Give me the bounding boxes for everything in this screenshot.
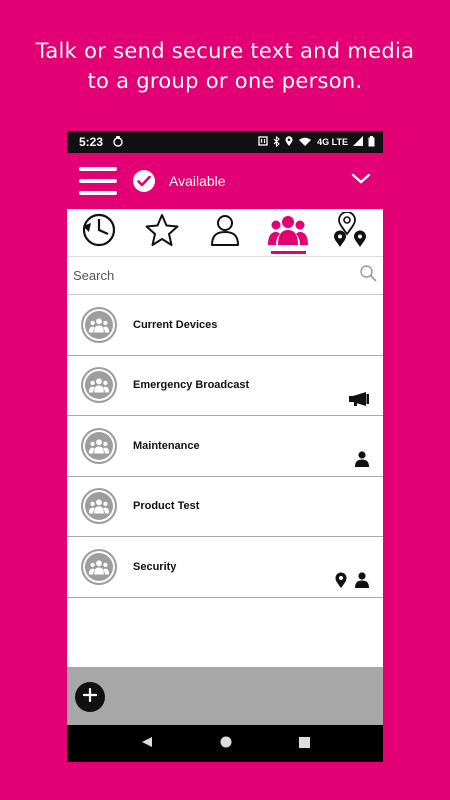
group-row-current-devices[interactable]: Current Devices (67, 295, 383, 356)
group-name: Maintenance (133, 439, 200, 452)
availability-status[interactable]: Available (169, 173, 226, 189)
available-check-icon (133, 170, 155, 192)
tab-contacts[interactable] (193, 209, 256, 257)
wifi-calling-icon (298, 136, 312, 149)
tab-recent[interactable] (67, 209, 130, 257)
status-bar: 5:23 4G LTE (67, 131, 383, 153)
group-row-emergency-broadcast[interactable]: Emergency Broadcast (67, 356, 383, 416)
headline-line-2: to a group or one person. (87, 69, 363, 93)
nfc-icon (258, 136, 268, 148)
search-bar (67, 257, 383, 295)
status-time: 5:23 (79, 135, 104, 149)
group-avatar-icon (81, 306, 117, 343)
history-icon (81, 212, 117, 253)
group-icon (268, 213, 309, 252)
group-row-maintenance[interactable]: Maintenance (67, 416, 383, 477)
tab-map[interactable] (320, 209, 383, 257)
phone-screen: 5:23 4G LTE Available Search Current Dev… (67, 131, 383, 762)
battery-icon (368, 135, 375, 149)
group-avatar-icon (81, 427, 117, 464)
group-avatar-icon (81, 548, 117, 585)
megaphone-icon (349, 392, 369, 411)
group-name: Current Devices (133, 318, 218, 331)
menu-button[interactable] (79, 167, 117, 195)
tab-bar (67, 209, 383, 257)
recents-button[interactable] (298, 735, 310, 753)
map-pin-icon (332, 211, 370, 253)
person-icon (208, 212, 242, 253)
network-label: 4G LTE (317, 137, 348, 147)
signal-icon (353, 136, 363, 148)
search-icon[interactable] (359, 264, 377, 287)
system-nav-bar (67, 725, 383, 762)
promo-headline: Talk or send secure text and media to a … (0, 36, 450, 96)
app-notification-icon (113, 135, 123, 150)
plus-icon (82, 687, 98, 707)
bottom-action-area (67, 667, 383, 725)
tab-groups[interactable] (257, 209, 320, 257)
group-name: Emergency Broadcast (133, 379, 250, 392)
group-list: Current Devices Emergency Broadcast Main… (67, 295, 383, 598)
group-avatar-icon (81, 367, 117, 404)
group-name: Product Test (133, 500, 200, 513)
location-pin-icon (335, 572, 347, 593)
add-group-button[interactable] (75, 682, 105, 712)
group-row-security[interactable]: Security (67, 537, 383, 598)
location-icon (285, 135, 293, 149)
bluetooth-icon (273, 135, 280, 149)
home-button[interactable] (220, 735, 232, 753)
search-input[interactable] (73, 268, 359, 283)
tab-favorites[interactable] (130, 209, 193, 257)
person-icon (355, 571, 369, 593)
app-bar: Available (67, 153, 383, 209)
group-name: Security (133, 560, 177, 573)
back-button[interactable] (141, 735, 153, 753)
star-icon (144, 212, 180, 253)
person-icon (355, 450, 369, 472)
status-dropdown-chevron-icon[interactable] (351, 172, 371, 190)
group-avatar-icon (81, 488, 117, 525)
headline-line-1: Talk or send secure text and media (35, 39, 415, 63)
group-row-product-test[interactable]: Product Test (67, 477, 383, 537)
